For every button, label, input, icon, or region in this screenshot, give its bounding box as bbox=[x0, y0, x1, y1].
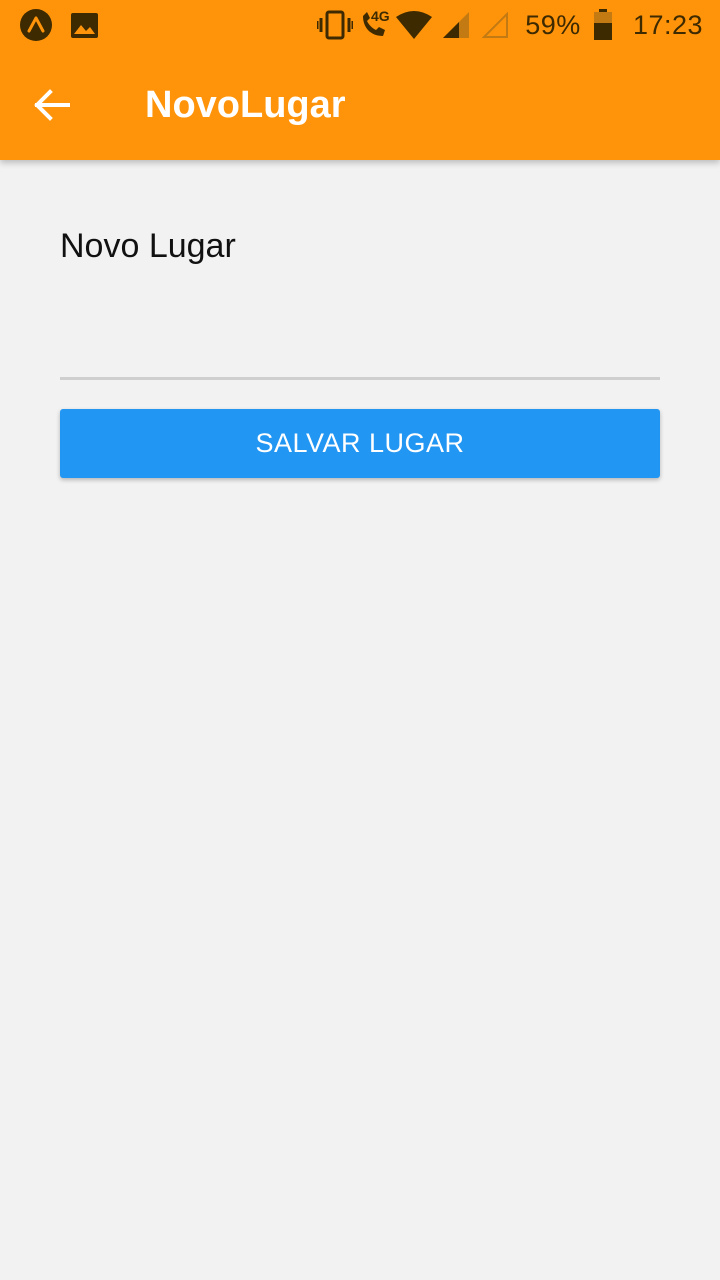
toolbar: NovoLugar bbox=[0, 50, 720, 160]
vibrate-icon bbox=[317, 0, 353, 50]
battery-icon bbox=[592, 0, 614, 50]
wifi-call-icon: 4G bbox=[357, 0, 393, 50]
back-button[interactable] bbox=[22, 77, 82, 133]
novo-lugar-input[interactable] bbox=[60, 310, 660, 380]
back-arrow-icon bbox=[34, 89, 70, 121]
network-type-label: 4G bbox=[371, 8, 390, 24]
status-bar: 4G 59% 17:23 bbox=[0, 0, 720, 50]
cell-signal-icon bbox=[442, 0, 470, 50]
clock: 17:23 bbox=[632, 9, 704, 40]
battery-percent: 59% bbox=[525, 9, 581, 40]
app-bar: 4G 59% 17:23 NovoLugar bbox=[0, 0, 720, 160]
novo-lugar-label: Novo Lugar bbox=[60, 227, 236, 265]
battery-percent-container: 59% bbox=[524, 0, 582, 50]
cell-signal-empty-icon bbox=[481, 0, 509, 50]
screen: 4G 59% 17:23 NovoLugar Novo Lugar SALVAR… bbox=[0, 0, 720, 1280]
image-notification-icon bbox=[70, 0, 98, 50]
wifi-icon bbox=[396, 0, 432, 50]
save-place-button[interactable]: SALVAR LUGAR bbox=[60, 409, 660, 478]
page-title: NovoLugar bbox=[145, 84, 346, 126]
expo-notification-icon bbox=[18, 0, 54, 50]
clock-container: 17:23 bbox=[628, 0, 708, 50]
